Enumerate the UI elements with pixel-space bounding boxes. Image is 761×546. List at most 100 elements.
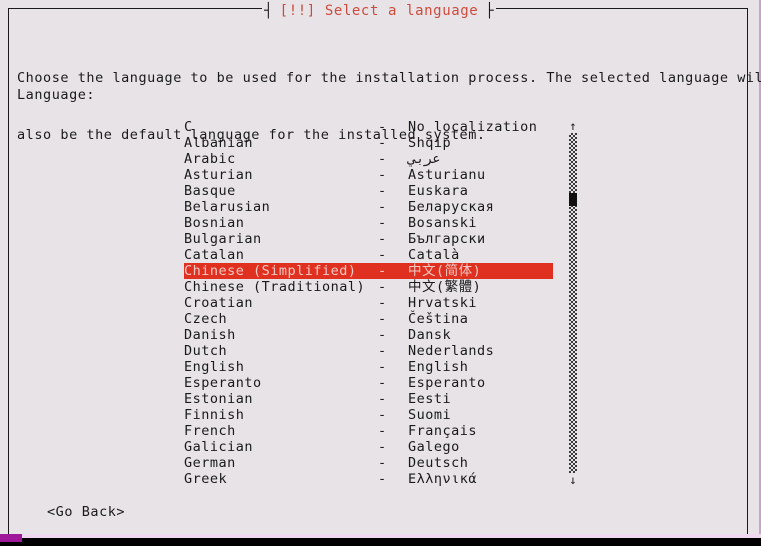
language-list-item[interactable]: Bosnian - Bosanski: [184, 215, 559, 231]
language-native-name: Shqip: [408, 135, 452, 151]
language-list-item[interactable]: Catalan - Català: [184, 247, 559, 263]
language-native-name: Hrvatski: [408, 295, 478, 311]
language-listbox[interactable]: C - No localization Albanian - Shqip Arabic - عر…: [184, 119, 559, 487]
language-separator: -: [378, 311, 387, 327]
language-list-item[interactable]: C - No localization: [184, 119, 559, 135]
language-list-item[interactable]: Chinese (Simplified) - 中文(简体): [184, 263, 553, 279]
language-list-item[interactable]: Basque - Euskara: [184, 183, 559, 199]
language-english-name: Greek: [184, 471, 228, 487]
language-english-name: C: [184, 119, 193, 135]
language-separator: -: [378, 183, 387, 199]
language-native-name: 中文(简体): [408, 263, 482, 279]
language-native-name: 中文(繁體): [408, 279, 482, 295]
language-list-item[interactable]: Danish - Dansk: [184, 327, 559, 343]
language-english-name: Estonian: [184, 391, 254, 407]
language-native-name: Dansk: [408, 327, 452, 343]
language-list-item[interactable]: Albanian - Shqip: [184, 135, 559, 151]
language-separator: -: [378, 375, 387, 391]
language-english-name: Albanian: [184, 135, 254, 151]
scrollbar-thumb[interactable]: [569, 193, 577, 206]
language-native-name: Galego: [408, 439, 460, 455]
language-english-name: French: [184, 423, 236, 439]
language-native-name: Esperanto: [408, 375, 486, 391]
go-back-button[interactable]: <Go Back>: [47, 504, 125, 520]
language-separator: -: [378, 215, 387, 231]
language-native-name: Ελληνικά: [408, 471, 478, 487]
language-english-name: Finnish: [184, 407, 245, 423]
scroll-down-arrow-icon[interactable]: ↓: [567, 473, 579, 487]
language-english-name: Chinese (Simplified): [184, 263, 357, 279]
scroll-up-arrow-icon[interactable]: ↑: [567, 119, 579, 133]
language-english-name: Arabic: [184, 151, 236, 167]
language-native-name: Беларуская: [408, 199, 495, 215]
language-native-name: Suomi: [408, 407, 452, 423]
language-separator: -: [378, 423, 387, 439]
title-tick-left-icon: ┤: [264, 3, 273, 19]
language-english-name: Dutch: [184, 343, 228, 359]
language-separator: -: [378, 119, 387, 135]
dialog-title: [!!] Select a language: [279, 3, 479, 19]
language-english-name: Catalan: [184, 247, 245, 263]
language-list-item[interactable]: English - English: [184, 359, 559, 375]
language-native-name: Català: [408, 247, 460, 263]
title-tick-right-icon: ├: [485, 3, 494, 19]
language-list-item[interactable]: German - Deutsch: [184, 455, 559, 471]
language-english-name: Czech: [184, 311, 228, 327]
language-english-name: Esperanto: [184, 375, 262, 391]
language-native-name: English: [408, 359, 469, 375]
language-list-item[interactable]: Asturian - Asturianu: [184, 167, 559, 183]
console-bottom-magenta-block: [0, 534, 22, 542]
language-list-item[interactable]: Finnish - Suomi: [184, 407, 559, 423]
language-english-name: Danish: [184, 327, 236, 343]
language-separator: -: [378, 471, 387, 487]
language-english-name: Croatian: [184, 295, 254, 311]
language-native-name: عربي: [408, 151, 441, 167]
language-native-name: Bosanski: [408, 215, 478, 231]
language-list-item[interactable]: Chinese (Traditional) - 中文(繁體): [184, 279, 559, 295]
select-language-dialog: ┤ [!!] Select a language ├ Choose the la…: [8, 3, 761, 535]
language-native-name: Euskara: [408, 183, 469, 199]
language-native-name: Deutsch: [408, 455, 469, 471]
language-separator: -: [378, 295, 387, 311]
language-list-item[interactable]: Greek - Ελληνικά: [184, 471, 559, 487]
dialog-titlebar: ┤ [!!] Select a language ├: [9, 0, 749, 19]
language-english-name: Galician: [184, 439, 254, 455]
language-separator: -: [378, 151, 387, 167]
language-separator: -: [378, 327, 387, 343]
language-separator: -: [378, 343, 387, 359]
scrollbar-track[interactable]: [569, 133, 577, 473]
language-native-name: No localization: [408, 119, 538, 135]
language-separator: -: [378, 455, 387, 471]
language-list-item[interactable]: Esperanto - Esperanto: [184, 375, 559, 391]
language-separator: -: [378, 135, 387, 151]
language-list-scrollbar[interactable]: ↑ ↓: [567, 119, 579, 487]
language-separator: -: [378, 247, 387, 263]
language-list-item[interactable]: Belarusian - Беларуская: [184, 199, 559, 215]
console-screen: ┤ [!!] Select a language ├ Choose the la…: [0, 0, 761, 546]
language-english-name: Asturian: [184, 167, 254, 183]
language-list-item[interactable]: Arabic - عربي: [184, 151, 559, 167]
language-native-name: Български: [408, 231, 486, 247]
console-bottom-strip: [0, 538, 761, 546]
language-list-item[interactable]: Croatian - Hrvatski: [184, 295, 559, 311]
language-list-item[interactable]: Dutch - Nederlands: [184, 343, 559, 359]
language-list-item[interactable]: French - Français: [184, 423, 559, 439]
language-separator: -: [378, 279, 387, 295]
language-separator: -: [378, 359, 387, 375]
language-list-item[interactable]: Galician - Galego: [184, 439, 559, 455]
language-english-name: Chinese (Traditional): [184, 279, 366, 295]
language-separator: -: [378, 199, 387, 215]
language-list-item[interactable]: Estonian - Eesti: [184, 391, 559, 407]
language-separator: -: [378, 231, 387, 247]
language-english-name: English: [184, 359, 245, 375]
language-separator: -: [378, 407, 387, 423]
language-native-name: Asturianu: [408, 167, 486, 183]
language-native-name: Eesti: [408, 391, 452, 407]
dialog-actions: <Go Back>: [47, 501, 125, 520]
language-native-name: Čeština: [408, 311, 469, 327]
language-native-name: Nederlands: [408, 343, 495, 359]
language-list-item[interactable]: Bulgarian - Български: [184, 231, 559, 247]
language-list-item[interactable]: Czech - Čeština: [184, 311, 559, 327]
language-separator: -: [378, 263, 387, 279]
intro-line-1: Choose the language to be used for the i…: [17, 70, 761, 86]
